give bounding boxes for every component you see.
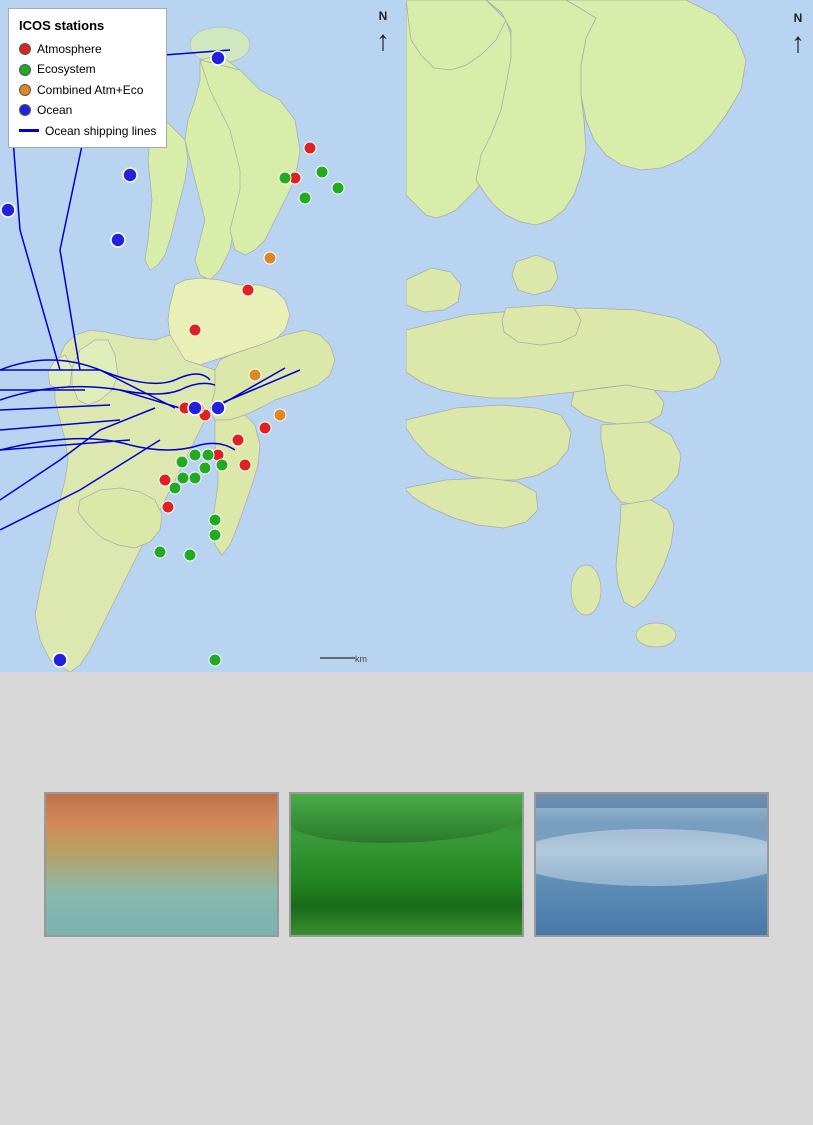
legend-shipping-label: Ocean shipping lines	[45, 121, 156, 141]
svg-text:N: N	[379, 9, 388, 23]
legend-item-ocean: Ocean	[19, 100, 156, 120]
forest-photo	[289, 792, 524, 937]
legend-item-combined: Combined Atm+Eco	[19, 80, 156, 100]
svg-text:↑: ↑	[791, 27, 805, 58]
legend-title: ICOS stations	[19, 15, 156, 37]
legend-ecosystem-label: Ecosystem	[37, 59, 96, 79]
legend-atmosphere-label: Atmosphere	[37, 39, 102, 59]
ocean-image	[536, 794, 767, 935]
map-legend: ICOS stations Atmosphere Ecosystem Combi…	[8, 8, 167, 148]
sky-image	[46, 794, 277, 935]
photo-row	[44, 792, 769, 937]
svg-text:N: N	[794, 11, 803, 25]
legend-item-atmosphere: Atmosphere	[19, 39, 156, 59]
svg-text:↑: ↑	[376, 25, 390, 56]
svg-text:km: km	[355, 654, 367, 664]
legend-combined-label: Combined Atm+Eco	[37, 80, 143, 100]
map-section: ICOS stations Atmosphere Ecosystem Combi…	[0, 0, 813, 672]
forest-image	[291, 794, 522, 935]
bottom-section	[0, 672, 813, 1125]
map-right: N ↑ Finland Norway Sweden Belgium German…	[406, 0, 813, 672]
legend-item-ecosystem: Ecosystem	[19, 59, 156, 79]
map-left: ICOS stations Atmosphere Ecosystem Combi…	[0, 0, 406, 672]
legend-item-shipping: Ocean shipping lines	[19, 121, 156, 141]
ocean-dot-icon	[19, 104, 31, 116]
ocean-photo	[534, 792, 769, 937]
legend-ocean-label: Ocean	[37, 100, 72, 120]
atmosphere-dot-icon	[19, 43, 31, 55]
ecosystem-dot-icon	[19, 64, 31, 76]
sky-photo	[44, 792, 279, 937]
shipping-line-icon	[19, 129, 39, 132]
right-map-svg: N ↑ Finland Norway Sweden Belgium German…	[406, 0, 813, 672]
combined-dot-icon	[19, 84, 31, 96]
